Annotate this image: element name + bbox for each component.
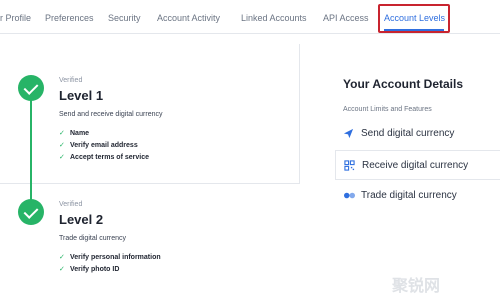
- level-1-title: Level 1: [59, 88, 104, 103]
- requirement-item: ✓ Verify personal information: [59, 254, 161, 261]
- level-1-status: Verified: [59, 77, 83, 84]
- level-2-title: Level 2: [59, 212, 104, 227]
- detail-send[interactable]: Send digital currency: [335, 119, 500, 149]
- requirement-item: ✓ Name: [59, 130, 90, 137]
- qr-code-icon: [344, 160, 355, 171]
- requirement-item: ✓ Verify photo ID: [59, 266, 120, 273]
- detail-label: Receive digital currency: [362, 160, 469, 171]
- detail-label: Send digital currency: [361, 128, 455, 139]
- check-circle-icon: [18, 199, 44, 225]
- account-details-title: Your Account Details: [343, 77, 464, 91]
- check-icon: ✓: [59, 142, 65, 149]
- send-icon: [343, 128, 354, 139]
- check-icon: ✓: [59, 130, 65, 137]
- account-details-subtitle: Account Limits and Features: [343, 106, 432, 113]
- tab-account-activity[interactable]: Account Activity: [157, 13, 220, 23]
- requirement-item: ✓ Verify email address: [59, 142, 138, 149]
- check-circle-icon: [18, 75, 44, 101]
- check-icon: ✓: [59, 154, 65, 161]
- level-2-status: Verified: [59, 201, 83, 208]
- level-2-description: Trade digital currency: [59, 235, 127, 242]
- detail-receive[interactable]: Receive digital currency: [335, 150, 500, 180]
- tab-profile[interactable]: r Profile: [0, 13, 31, 23]
- check-icon: ✓: [59, 254, 65, 261]
- account-settings-tabs: r Profile Preferences Security Account A…: [0, 0, 500, 34]
- tab-highlight-box: [378, 4, 450, 33]
- level-timeline: [30, 100, 32, 212]
- check-icon: ✓: [59, 266, 65, 273]
- trade-icon: [343, 190, 355, 201]
- tab-security[interactable]: Security: [108, 13, 141, 23]
- detail-label: Trade digital currency: [361, 190, 457, 201]
- watermark-logo: 聚锐网: [392, 278, 441, 295]
- level-1-description: Send and receive digital currency: [59, 111, 163, 118]
- tab-preferences[interactable]: Preferences: [45, 13, 94, 23]
- tab-linked-accounts[interactable]: Linked Accounts: [241, 13, 307, 23]
- requirement-item: ✓ Accept terms of service: [59, 154, 149, 161]
- tab-api-access[interactable]: API Access: [323, 13, 369, 23]
- detail-trade[interactable]: Trade digital currency: [335, 181, 500, 211]
